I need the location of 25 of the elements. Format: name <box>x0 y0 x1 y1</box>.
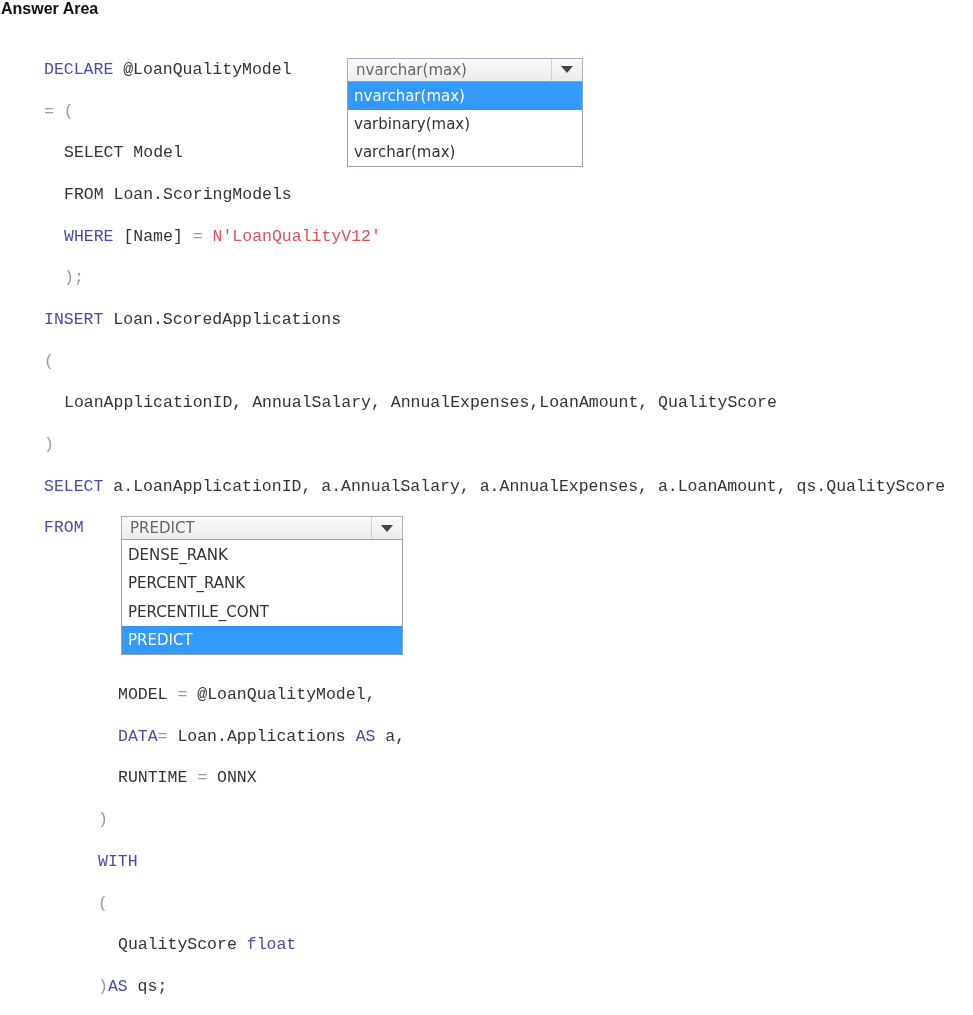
code-line: QualityScore float <box>118 935 297 956</box>
code-line: ) <box>44 435 54 456</box>
caret-icon <box>381 524 393 532</box>
code-line: = ( <box>44 101 74 122</box>
code-line: ( <box>44 351 54 372</box>
code-line: FROM <box>44 518 84 539</box>
code-line: SELECT Model <box>64 143 183 164</box>
code-line: ) <box>98 810 108 831</box>
code-line: MODEL = @LoanQualityModel, <box>118 685 376 706</box>
code-line: WHERE [Name] = N'LoanQualityV12' <box>64 226 381 247</box>
caret-icon <box>561 66 573 74</box>
answer-area-heading: Answer Area <box>0 0 99 18</box>
code-line: DECLARE @LoanQualityModel <box>44 59 292 80</box>
code-line: SELECT a.LoanApplicationID, a.AnnualSalary, a.AnnualExpenses, a.LoanAmount, qs.QualityScore <box>44 476 946 497</box>
code-line: INSERT Loan.ScoredApplications <box>44 309 342 330</box>
code-line: DATA= Loan.Applications AS a, <box>118 726 406 747</box>
code-line: ( <box>98 893 108 914</box>
code-line: )AS qs; <box>98 976 168 997</box>
dropdown-select[interactable]: PREDICT <box>121 516 403 541</box>
dropdown-select[interactable]: nvarchar(max) <box>347 57 583 82</box>
code-line: WITH <box>98 851 138 872</box>
code-line: ); <box>64 268 84 289</box>
code-line: LoanApplicationID, AnnualSalary, AnnualExpenses,LoanAmount, QualityScore <box>64 393 777 414</box>
code-line: RUNTIME = ONNX <box>118 768 257 789</box>
code-line: FROM Loan.ScoringModels <box>64 184 292 205</box>
